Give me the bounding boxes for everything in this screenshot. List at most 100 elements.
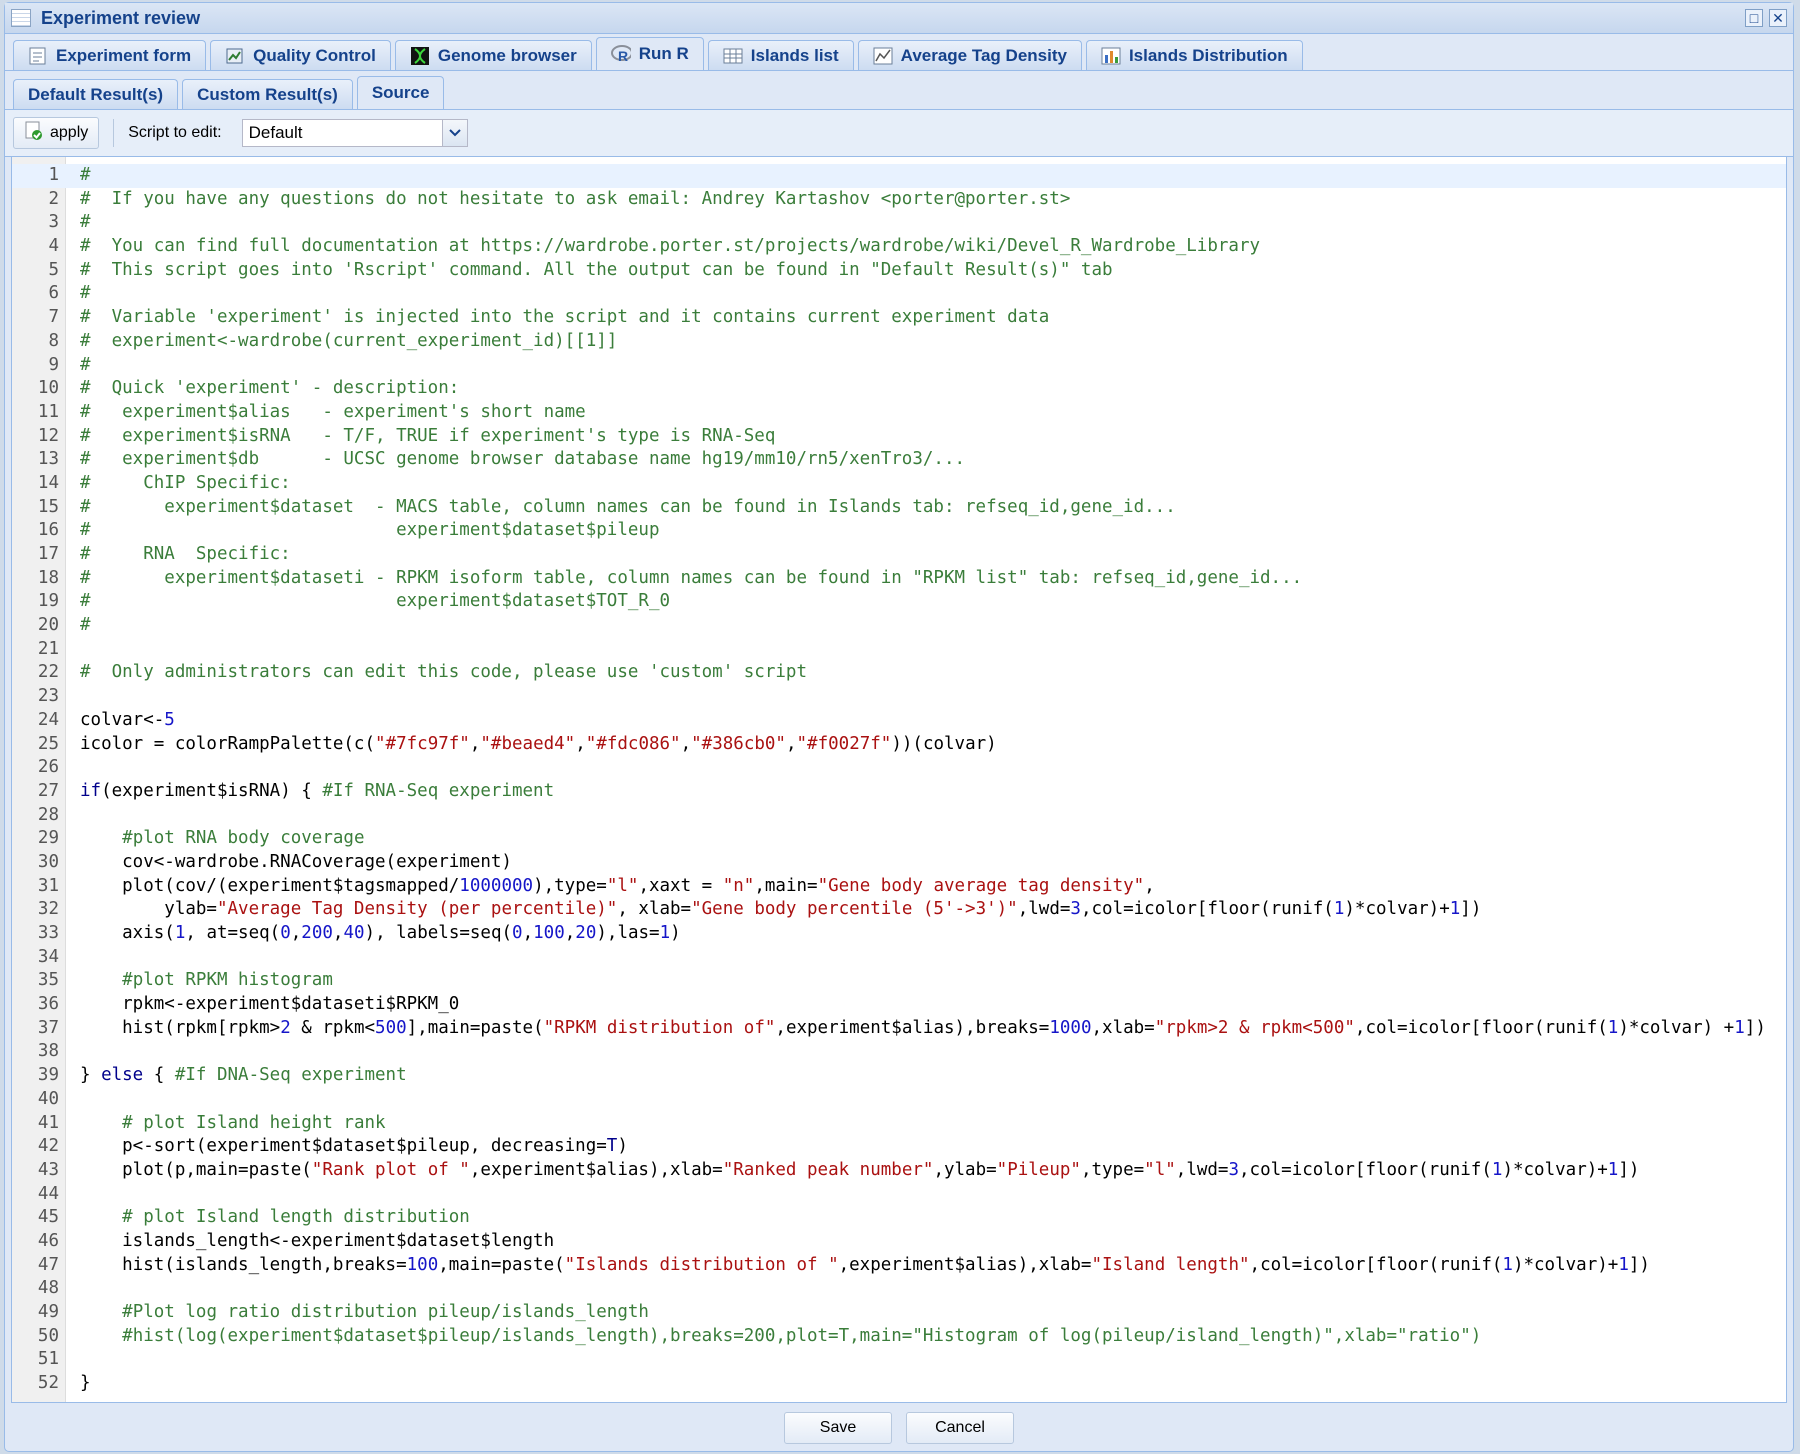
code-line[interactable]: 15 # experiment$dataset - MACS table, col… [12,496,1786,520]
code-text[interactable]: plot(p,main=paste("Rank plot of ",experi… [80,1159,1639,1183]
code-line[interactable]: 27 if(experiment$isRNA) { #If RNA-Seq exp… [12,780,1786,804]
code-text[interactable]: # experiment$db - UCSC genome browser da… [80,448,965,472]
tab-source[interactable]: Source [356,76,445,109]
code-text[interactable]: # ChIP Specific: [80,472,291,496]
code-text[interactable]: ylab="Average Tag Density (per percentil… [80,898,1481,922]
code-line[interactable]: 31 plot(cov/(experiment$tagsmapped/10000… [12,875,1786,899]
code-line[interactable]: 28 [12,804,1786,828]
code-line[interactable]: 17 # RNA Specific: [12,543,1786,567]
code-text[interactable]: # Only administrators can edit this code… [80,661,807,685]
tab-genome-browser[interactable]: Genome browser [394,40,592,70]
code-line[interactable]: 10 # Quick 'experiment' - description: [12,377,1786,401]
code-text[interactable]: icolor = colorRampPalette(c("#7fc97f","#… [80,733,997,757]
code-line[interactable]: 40 [12,1088,1786,1112]
code-text[interactable]: # [80,211,91,235]
code-text[interactable]: #Plot log ratio distribution pileup/isla… [80,1301,649,1325]
code-text[interactable]: plot(cov/(experiment$tagsmapped/1000000)… [80,875,1155,899]
code-line[interactable]: 5 # This script goes into 'Rscript' comma… [12,259,1786,283]
code-line[interactable]: 35 #plot RPKM histogram [12,969,1786,993]
code-line[interactable]: 18 # experiment$dataseti - RPKM isoform t… [12,567,1786,591]
code-text[interactable]: axis(1, at=seq(0,200,40), labels=seq(0,1… [80,922,681,946]
code-text[interactable]: # plot Island height rank [80,1112,385,1136]
code-text[interactable]: #plot RPKM histogram [80,969,333,993]
code-line[interactable]: 24 colvar<-5 [12,709,1786,733]
code-text[interactable]: p<-sort(experiment$dataset$pileup, decre… [80,1135,628,1159]
maximize-icon[interactable]: □ [1745,9,1763,27]
script-select[interactable]: Default [241,119,468,147]
code-text[interactable]: rpkm<-experiment$dataseti$RPKM_0 [80,993,459,1017]
code-line[interactable]: 41 # plot Island height rank [12,1112,1786,1136]
code-line[interactable]: 52} [12,1372,1786,1396]
code-line[interactable]: 48 [12,1277,1786,1301]
tab-islands-list[interactable]: Islands list [707,40,854,70]
code-line[interactable]: 14 # ChIP Specific: [12,472,1786,496]
code-text[interactable]: hist(islands_length,breaks=100,main=past… [80,1254,1650,1278]
code-line[interactable]: 42 p<-sort(experiment$dataset$pileup, de… [12,1135,1786,1159]
code-text[interactable]: # plot Island length distribution [80,1206,470,1230]
code-line[interactable]: 32 ylab="Average Tag Density (per percen… [12,898,1786,922]
code-area[interactable]: 1 #2 # If you have any questions do not he… [12,164,1786,1396]
code-line[interactable]: 49 #Plot log ratio distribution pileup/i… [12,1301,1786,1325]
tab-average-tag-density[interactable]: Average Tag Density [857,40,1082,70]
apply-button[interactable]: apply [13,117,100,149]
code-text[interactable]: cov<-wardrobe.RNACoverage(experiment) [80,851,512,875]
code-line[interactable]: 46 islands_length<-experiment$dataset$le… [12,1230,1786,1254]
code-line[interactable]: 33 axis(1, at=seq(0,200,40), labels=seq(… [12,922,1786,946]
code-line[interactable]: 23 [12,685,1786,709]
code-line[interactable]: 12 # experiment$isRNA - T/F, TRUE if expe… [12,425,1786,449]
code-text[interactable]: } else { #If DNA-Seq experiment [80,1064,407,1088]
tab-islands-distribution[interactable]: Islands Distribution [1085,40,1303,70]
code-line[interactable]: 25 icolor = colorRampPalette(c("#7fc97f",… [12,733,1786,757]
code-line[interactable]: 30 cov<-wardrobe.RNACoverage(experiment) [12,851,1786,875]
tab-custom-results[interactable]: Custom Result(s) [182,79,353,109]
code-text[interactable]: # experiment$alias - experiment's short … [80,401,586,425]
code-text[interactable]: # If you have any questions do not hesit… [80,188,1070,212]
code-line[interactable]: 11 # experiment$alias - experiment's shor… [12,401,1786,425]
code-line[interactable]: 39} else { #If DNA-Seq experiment [12,1064,1786,1088]
code-text[interactable]: # experiment$dataset$pileup [80,519,659,543]
code-text[interactable]: #plot RNA body coverage [80,827,364,851]
tab-default-results[interactable]: Default Result(s) [13,79,179,109]
code-line[interactable]: 50 #hist(log(experiment$dataset$pileup/i… [12,1325,1786,1349]
code-line[interactable]: 16 # experiment$dataset$pileup [12,519,1786,543]
tab-experiment-form[interactable]: Experiment form [13,40,207,70]
tab-quality-control[interactable]: Quality Control [210,40,391,70]
code-line[interactable]: 7 # Variable 'experiment' is injected int… [12,306,1786,330]
code-text[interactable]: islands_length<-experiment$dataset$lengt… [80,1230,554,1254]
code-text[interactable]: } [80,1372,91,1396]
code-line[interactable]: 43 plot(p,main=paste("Rank plot of ",exp… [12,1159,1786,1183]
code-text[interactable]: # experiment$isRNA - T/F, TRUE if experi… [80,425,775,449]
code-line[interactable]: 29 #plot RNA body coverage [12,827,1786,851]
code-text[interactable]: hist(rpkm[rpkm>2 & rpkm<500],main=paste(… [80,1017,1766,1041]
code-text[interactable]: # experiment$dataset$TOT_R_0 [80,590,670,614]
code-line[interactable]: 8 # experiment<-wardrobe(current_experime… [12,330,1786,354]
code-text[interactable]: # [80,614,91,638]
code-line[interactable]: 3 # [12,211,1786,235]
close-icon[interactable]: ✕ [1769,9,1787,27]
code-line[interactable]: 44 [12,1183,1786,1207]
save-button[interactable]: Save [784,1412,892,1444]
code-text[interactable]: # experiment$dataset - MACS table, colum… [80,496,1176,520]
code-text[interactable]: # Quick 'experiment' - description: [80,377,459,401]
code-line[interactable]: 47 hist(islands_length,breaks=100,main=p… [12,1254,1786,1278]
tab-run-r[interactable]: R Run R [595,37,704,70]
code-text[interactable]: colvar<-5 [80,709,175,733]
code-text[interactable]: # experiment$dataseti - RPKM isoform tab… [80,567,1302,591]
code-line[interactable]: 19 # experiment$dataset$TOT_R_0 [12,590,1786,614]
code-line[interactable]: 38 [12,1040,1786,1064]
code-text[interactable]: # This script goes into 'Rscript' comman… [80,259,1113,283]
code-line[interactable]: 1 # [12,164,1786,188]
code-text[interactable]: # RNA Specific: [80,543,291,567]
code-line[interactable]: 20 # [12,614,1786,638]
code-line[interactable]: 34 [12,946,1786,970]
code-line[interactable]: 4 # You can find full documentation at ht… [12,235,1786,259]
code-line[interactable]: 2 # If you have any questions do not hesi… [12,188,1786,212]
code-text[interactable]: # You can find full documentation at htt… [80,235,1260,259]
code-text[interactable]: #hist(log(experiment$dataset$pileup/isla… [80,1325,1481,1349]
code-line[interactable]: 51 [12,1348,1786,1372]
code-line[interactable]: 13 # experiment$db - UCSC genome browser … [12,448,1786,472]
code-line[interactable]: 26 [12,756,1786,780]
code-text[interactable]: # [80,354,91,378]
code-line[interactable]: 45 # plot Island length distribution [12,1206,1786,1230]
code-line[interactable]: 37 hist(rpkm[rpkm>2 & rpkm<500],main=pas… [12,1017,1786,1041]
